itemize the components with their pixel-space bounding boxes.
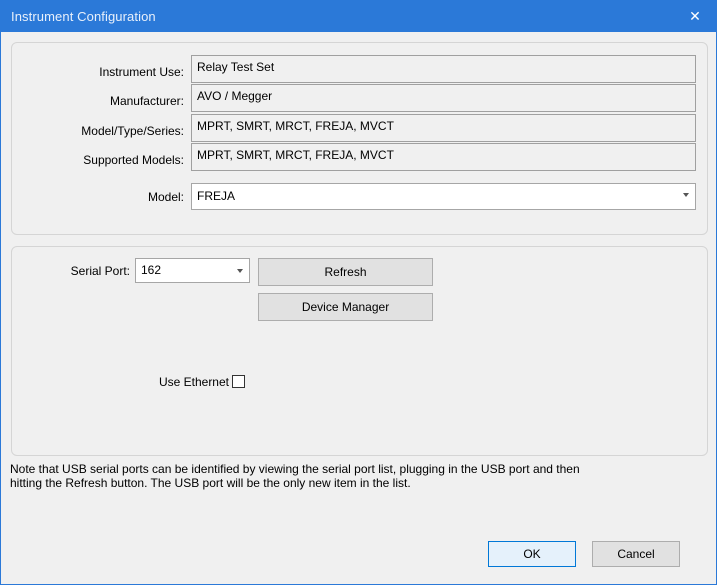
cancel-button[interactable]: Cancel (592, 541, 680, 567)
window-title: Instrument Configuration (11, 9, 156, 24)
serial-port-value: 162 (141, 263, 162, 277)
use-ethernet-label: Use Ethernet (158, 375, 229, 389)
model-label: Model: (147, 190, 184, 204)
refresh-button[interactable]: Refresh (258, 258, 433, 286)
device-manager-button[interactable]: Device Manager (258, 293, 433, 321)
chevron-down-icon[interactable] (237, 269, 243, 273)
instrument-configuration-dialog: Instrument Configuration ✕ Instrument Us… (0, 0, 717, 585)
ok-button[interactable]: OK (488, 541, 576, 567)
supported-models-field: MPRT, SMRT, MRCT, FREJA, MVCT (191, 143, 696, 171)
usb-note: Note that USB serial ports can be identi… (10, 462, 710, 490)
usb-note-line-2: hitting the Refresh button. The USB port… (10, 476, 411, 490)
manufacturer-label: Manufacturer: (109, 94, 184, 108)
title-bar[interactable]: Instrument Configuration ✕ (1, 0, 717, 32)
instrument-use-field: Relay Test Set (191, 55, 696, 83)
model-select[interactable]: FREJA (191, 183, 696, 210)
serial-port-select[interactable]: 162 (135, 258, 250, 283)
supported-models-label: Supported Models: (83, 153, 184, 167)
instrument-use-label: Instrument Use: (99, 65, 184, 79)
model-type-series-field: MPRT, SMRT, MRCT, FREJA, MVCT (191, 114, 696, 142)
use-ethernet-checkbox[interactable] (232, 375, 245, 388)
close-icon[interactable]: ✕ (672, 0, 717, 32)
model-type-series-label: Model/Type/Series: (81, 124, 184, 138)
model-select-value: FREJA (197, 189, 236, 203)
usb-note-line-1: Note that USB serial ports can be identi… (10, 462, 580, 476)
serial-port-label: Serial Port: (70, 264, 130, 278)
chevron-down-icon[interactable] (683, 193, 689, 197)
manufacturer-field: AVO / Megger (191, 84, 696, 112)
